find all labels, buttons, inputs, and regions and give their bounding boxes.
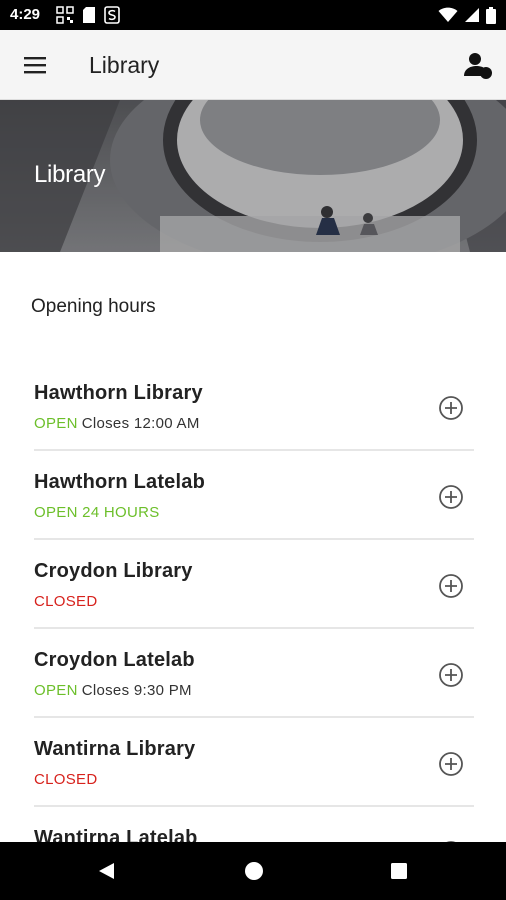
qr-code-icon xyxy=(56,6,74,24)
location-name: Hawthorn Latelab xyxy=(34,471,205,493)
hero-banner: Library xyxy=(0,100,506,252)
location-status: CLOSED xyxy=(34,593,98,610)
back-icon[interactable] xyxy=(96,861,116,881)
location-name: Hawthorn Library xyxy=(34,382,203,404)
app-bar: Library xyxy=(0,30,506,100)
section-title: Opening hours xyxy=(31,296,156,317)
profile-button[interactable] xyxy=(460,48,496,84)
recents-icon[interactable] xyxy=(390,862,408,880)
status-time: 4:29 xyxy=(10,6,41,23)
home-icon[interactable] xyxy=(244,861,264,881)
expand-plus-icon[interactable] xyxy=(438,573,464,599)
status-notification-icons xyxy=(56,6,120,24)
status-label: OPEN xyxy=(34,682,78,699)
location-status: OPEN Closes 12:00 AM xyxy=(34,415,200,432)
location-status: OPEN 24 HOURS xyxy=(34,504,160,521)
hamburger-menu-icon xyxy=(24,57,46,74)
opening-hours-list: Hawthorn Library OPEN Closes 12:00 AM Haw… xyxy=(34,362,474,896)
location-item[interactable]: Hawthorn Latelab OPEN 24 HOURS xyxy=(34,451,474,540)
location-name: Wantirna Library xyxy=(34,738,196,760)
status-bar: 4:29 xyxy=(0,0,506,30)
profile-icon xyxy=(464,53,492,79)
status-system-icons xyxy=(438,6,496,24)
sd-card-icon xyxy=(83,7,95,23)
wifi-icon xyxy=(438,7,458,22)
status-label: CLOSED xyxy=(34,593,98,610)
app-bar-title: Library xyxy=(89,52,160,78)
expand-plus-icon[interactable] xyxy=(438,484,464,510)
system-nav-bar xyxy=(0,842,506,900)
location-name: Croydon Latelab xyxy=(34,649,195,671)
status-label: CLOSED xyxy=(34,771,98,788)
expand-plus-icon[interactable] xyxy=(438,395,464,421)
location-name: Croydon Library xyxy=(34,560,193,582)
status-label: OPEN xyxy=(34,415,78,432)
sync-s-icon xyxy=(104,6,120,24)
expand-plus-icon[interactable] xyxy=(438,751,464,777)
menu-button[interactable] xyxy=(18,50,52,80)
location-item[interactable]: Croydon Library CLOSED xyxy=(34,540,474,629)
status-detail: Closes 9:30 PM xyxy=(81,682,192,699)
location-status: CLOSED xyxy=(34,771,98,788)
hero-title: Library xyxy=(34,161,106,188)
location-item[interactable]: Wantirna Library CLOSED xyxy=(34,718,474,807)
status-detail: Closes 12:00 AM xyxy=(81,415,200,432)
location-item[interactable]: Hawthorn Library OPEN Closes 12:00 AM xyxy=(34,362,474,451)
expand-plus-icon[interactable] xyxy=(438,662,464,688)
battery-icon xyxy=(486,6,496,24)
location-status: OPEN Closes 9:30 PM xyxy=(34,682,192,699)
status-label: OPEN 24 HOURS xyxy=(34,504,160,521)
signal-icon xyxy=(465,8,479,22)
location-item[interactable]: Croydon Latelab OPEN Closes 9:30 PM xyxy=(34,629,474,718)
